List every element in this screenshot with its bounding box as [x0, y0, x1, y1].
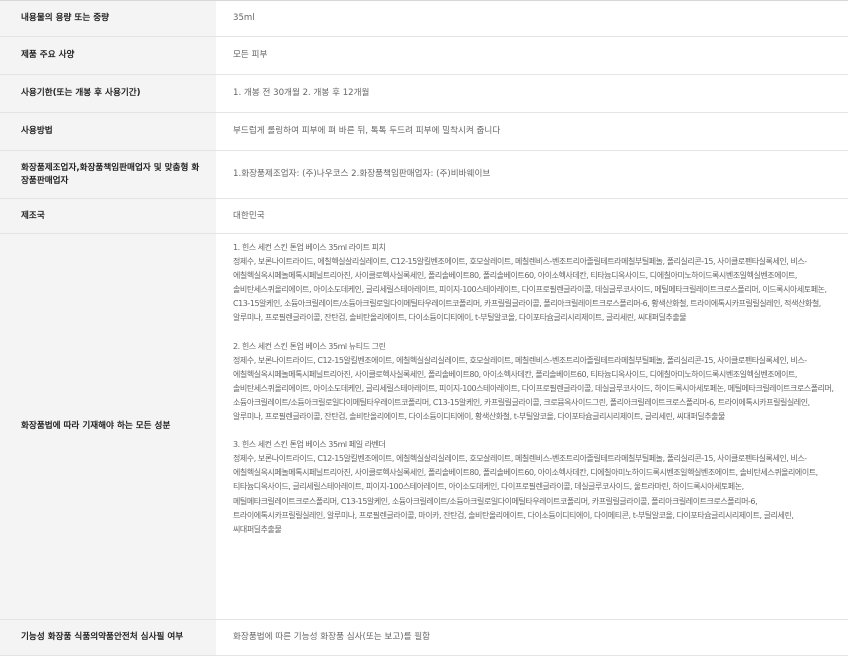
row-label: 사용방법 — [0, 113, 216, 150]
row-label: 화장품제조업자,화장품책임판매업자 및 맞춤형 화장품판매업자 — [0, 151, 216, 198]
ingredient-block: 3. 힌스 세컨 스킨 톤업 베이스 35ml 페일 라벤더 정제수, 보론나이… — [233, 438, 838, 537]
row-label: 제품 주요 사양 — [0, 37, 216, 74]
ingredient-block: 1. 힌스 세컨 스킨 톤업 베이스 35ml 라이트 피치 정제수, 보론나이… — [233, 241, 838, 326]
info-row-manufacturer: 화장품제조업자,화장품책임판매업자 및 맞춤형 화장품판매업자 1.화장품제조업… — [0, 151, 848, 199]
row-label: 기능성 화장품 식품의약품안전처 심사필 여부 — [0, 620, 216, 655]
info-row-volume: 내용물의 용량 또는 중량 35ml — [0, 1, 848, 37]
product-info-table: 내용물의 용량 또는 중량 35ml 제품 주요 사양 모든 피부 사용기한(또… — [0, 0, 848, 656]
ingredient-list: 정제수, 보론나이트라이드, C12-15알킬벤조에이트, 에칠헥실살리실레이트… — [233, 454, 818, 534]
row-value: 35ml — [233, 13, 255, 23]
info-row-expiry: 사용기한(또는 개봉 후 사용기간) 1. 개봉 전 30개월 2. 개봉 후 … — [0, 75, 848, 113]
ingredient-product-title: 2. 힌스 세컨 스킨 톤업 베이스 35ml 뉴티드 그린 — [233, 341, 386, 351]
info-row-spec: 제품 주요 사양 모든 피부 — [0, 37, 848, 75]
ingredient-product-title: 1. 힌스 세컨 스킨 톤업 베이스 35ml 라이트 피치 — [233, 243, 386, 252]
ingredient-block: 2. 힌스 세컨 스킨 톤업 베이스 35ml 뉴티드 그린 정제수, 보론나이… — [233, 340, 838, 425]
row-value: 부드럽게 롤링하여 피부에 펴 바른 뒤, 톡톡 두드려 피부에 밀착시켜 줍니… — [233, 126, 501, 136]
ingredient-list: 정제수, 보론나이트라이드, C12-15알킬벤조에이트, 에칠헥실살리실레이트… — [233, 355, 834, 422]
ingredient-list: 정제수, 보론나이트라이드, 에칠헥실살리실레이트, C12-15알킬벤조에이트… — [233, 257, 827, 323]
ingredients-value: 1. 힌스 세컨 스킨 톤업 베이스 35ml 라이트 피치 정제수, 보론나이… — [216, 234, 848, 619]
row-value: 모든 피부 — [233, 50, 268, 60]
ingredient-product-title: 3. 힌스 세컨 스킨 톤업 베이스 35ml 페일 라벤더 — [233, 440, 386, 450]
info-row-ingredients: 화장품법에 따라 기재해야 하는 모든 성분 1. 힌스 세컨 스킨 톤업 베이… — [0, 234, 848, 620]
info-row-functional-review: 기능성 화장품 식품의약품안전처 심사필 여부 화장품법에 따른 기능성 화장품… — [0, 620, 848, 656]
row-label: 내용물의 용량 또는 중량 — [0, 1, 216, 36]
info-row-usage: 사용방법 부드럽게 롤링하여 피부에 펴 바른 뒤, 톡톡 두드려 피부에 밀착… — [0, 113, 848, 151]
row-value: 1. 개봉 전 30개월 2. 개봉 후 12개월 — [233, 88, 370, 98]
row-value: 대한민국 — [233, 210, 265, 221]
row-label: 사용기한(또는 개봉 후 사용기간) — [0, 75, 216, 112]
row-label: 화장품법에 따라 기재해야 하는 모든 성분 — [0, 234, 216, 619]
info-row-country: 제조국 대한민국 — [0, 199, 848, 234]
row-value: 화장품법에 따른 기능성 화장품 심사(또는 보고)를 필함 — [233, 632, 431, 642]
row-label: 제조국 — [0, 199, 216, 233]
row-value: 1.화장품제조업자: (주)나우코스 2.화장품책임판매업자: (주)비바웨이브 — [233, 169, 491, 179]
